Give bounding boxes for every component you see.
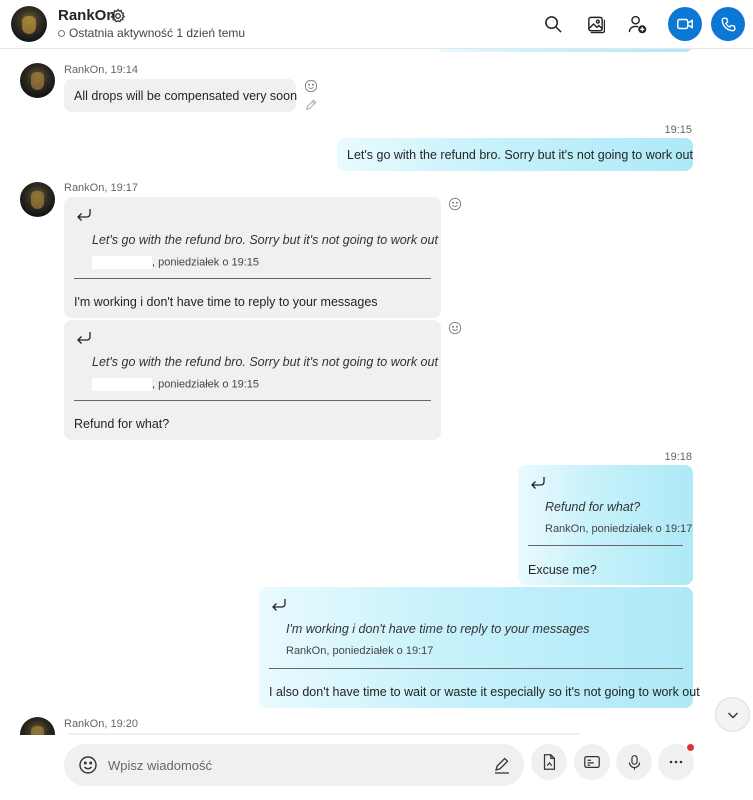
quoted-message-meta: RankOn, poniedziałek o 19:17 [286,645,434,657]
format-pen-icon[interactable] [492,755,512,775]
message-bubble-outgoing[interactable]: Let's go with the refund bro. Sorry but … [337,138,693,171]
message-bubble-incoming-reply[interactable]: Let's go with the refund bro. Sorry but … [64,197,441,318]
chat-header: RankOn Ostatnia aktywność 1 dzień temu [0,0,753,49]
message-bubble-incoming[interactable]: All drops will be compensated very soon [64,79,298,112]
share-contact-button[interactable] [574,744,610,780]
quote-divider [74,400,431,401]
message-time: 19:18 [664,451,692,463]
sender-avatar[interactable] [20,717,55,735]
gear-icon[interactable] [110,8,126,24]
voice-message-button[interactable] [616,744,652,780]
message-input[interactable] [108,754,478,776]
smiley-icon[interactable] [304,79,318,93]
message-bubble-outgoing-reply[interactable]: I'm working i don't have time to reply t… [259,587,700,708]
message-meta: RankOn, 19:14 [64,64,138,76]
presence-dot-icon [58,29,65,37]
composer [0,735,753,800]
reply-arrow-icon [272,599,286,611]
quoted-message-text: Let's go with the refund bro. Sorry but … [92,233,438,247]
sender-avatar[interactable] [20,182,55,217]
more-icon [669,760,683,764]
redacted-name [92,378,152,391]
quote-divider [528,545,683,546]
message-meta: RankOn, 19:20 [64,718,138,730]
message-text: Let's go with the refund bro. Sorry but … [347,148,693,162]
message-text: I'm working i don't have time to reply t… [74,295,378,309]
reply-arrow-icon [531,477,545,489]
quoted-message-text: I'm working i don't have time to reply t… [286,622,590,636]
send-file-button[interactable] [531,744,567,780]
file-icon [543,754,556,770]
message-time: 19:15 [664,124,692,136]
message-text: Excuse me? [528,563,597,577]
audio-call-button[interactable] [711,7,745,41]
contact-avatar[interactable] [11,6,47,42]
message-list[interactable]: RankOn, 19:14 All drops will be compensa… [0,49,753,735]
chevron-down-icon [727,712,738,718]
smiley-icon[interactable] [448,197,462,211]
reply-arrow-icon [77,332,91,344]
scroll-to-bottom-button[interactable] [715,697,750,732]
contact-card-icon [584,755,600,769]
quoted-message-text: Refund for what? [545,500,641,514]
quoted-message-text: Let's go with the refund bro. Sorry but … [92,355,438,369]
search-icon[interactable] [541,12,565,36]
audio-call-icon [721,16,736,31]
add-person-icon[interactable] [625,12,649,36]
message-text: All drops will be compensated very soon [74,89,298,103]
notification-dot [686,743,695,752]
message-bubble-incoming-reply[interactable]: Let's go with the refund bro. Sorry but … [64,320,441,440]
quoted-message-meta: RankOn, poniedziałek o 19:17 [545,523,693,535]
reply-arrow-icon [77,209,91,221]
more-options-button[interactable] [658,743,695,780]
quote-divider [269,668,683,669]
microphone-icon [628,754,640,770]
edit-pencil-icon[interactable] [304,98,318,112]
redacted-name [92,256,152,269]
sender-avatar[interactable] [20,63,55,98]
smiley-icon[interactable] [448,321,462,335]
video-call-icon [677,18,693,30]
message-meta: RankOn, 19:17 [64,182,138,194]
message-bubble-outgoing-partial[interactable] [436,49,693,52]
video-call-button[interactable] [668,7,702,41]
gallery-icon[interactable] [583,12,607,36]
message-input-container[interactable] [64,744,524,786]
smiley-icon[interactable] [78,755,98,775]
presence-status: Ostatnia aktywność 1 dzień temu [58,26,245,40]
quoted-message-meta: , poniedziałek o 19:15 [92,378,259,391]
message-text: I also don't have time to wait or waste … [269,685,700,699]
contact-name[interactable]: RankOn [58,7,116,24]
message-text: Refund for what? [74,417,170,431]
presence-status-text: Ostatnia aktywność 1 dzień temu [69,26,246,40]
quoted-message-meta: , poniedziałek o 19:15 [92,256,259,269]
quote-divider [74,278,431,279]
message-bubble-outgoing-reply[interactable]: Refund for what? RankOn, poniedziałek o … [518,465,693,585]
